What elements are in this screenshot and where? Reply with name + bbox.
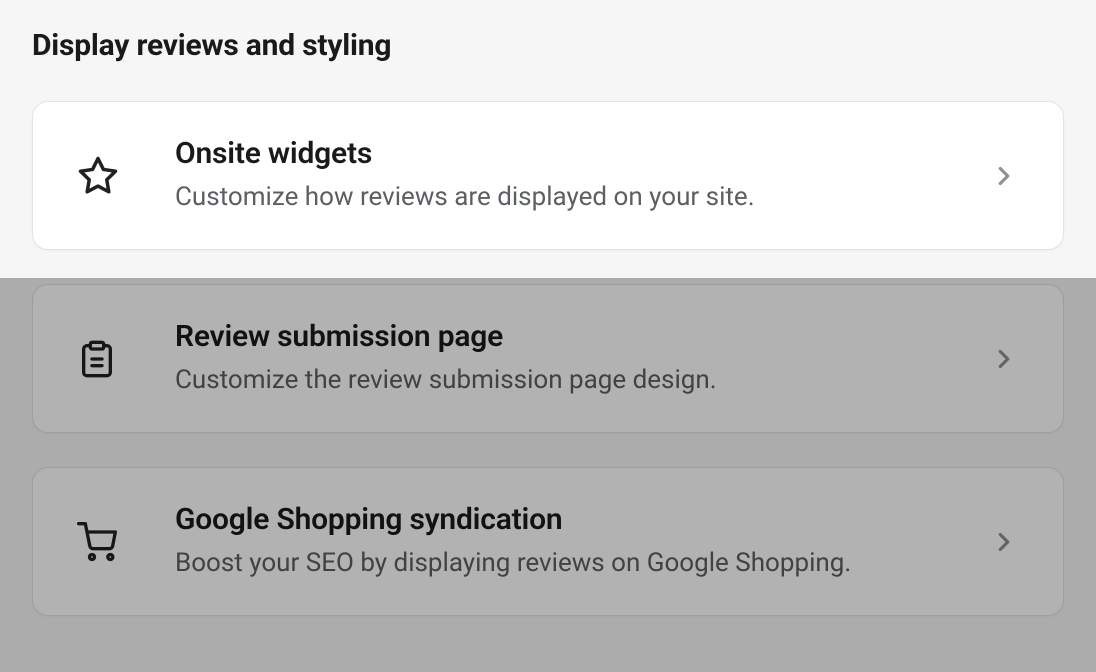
chevron-right-icon [989, 161, 1019, 191]
card-onsite-widgets[interactable]: Onsite widgets Customize how reviews are… [32, 101, 1064, 250]
card-title: Onsite widgets [175, 136, 989, 172]
card-desc: Customize the review submission page des… [175, 363, 989, 398]
card-title: Review submission page [175, 319, 989, 355]
page-title: Display reviews and styling [32, 0, 1064, 101]
clipboard-icon [77, 339, 131, 379]
card-body: Google Shopping syndication Boost your S… [131, 502, 989, 581]
cart-icon [77, 522, 131, 562]
card-body: Review submission page Customize the rev… [131, 319, 989, 398]
settings-card-list: Onsite widgets Customize how reviews are… [32, 101, 1064, 616]
star-icon [77, 155, 131, 197]
card-body: Onsite widgets Customize how reviews are… [131, 136, 989, 215]
card-desc: Customize how reviews are displayed on y… [175, 180, 989, 215]
card-review-submission-page[interactable]: Review submission page Customize the rev… [32, 284, 1064, 433]
card-title: Google Shopping syndication [175, 502, 989, 538]
card-google-shopping-syndication[interactable]: Google Shopping syndication Boost your S… [32, 467, 1064, 616]
chevron-right-icon [989, 344, 1019, 374]
card-desc: Boost your SEO by displaying reviews on … [175, 546, 989, 581]
chevron-right-icon [989, 527, 1019, 557]
